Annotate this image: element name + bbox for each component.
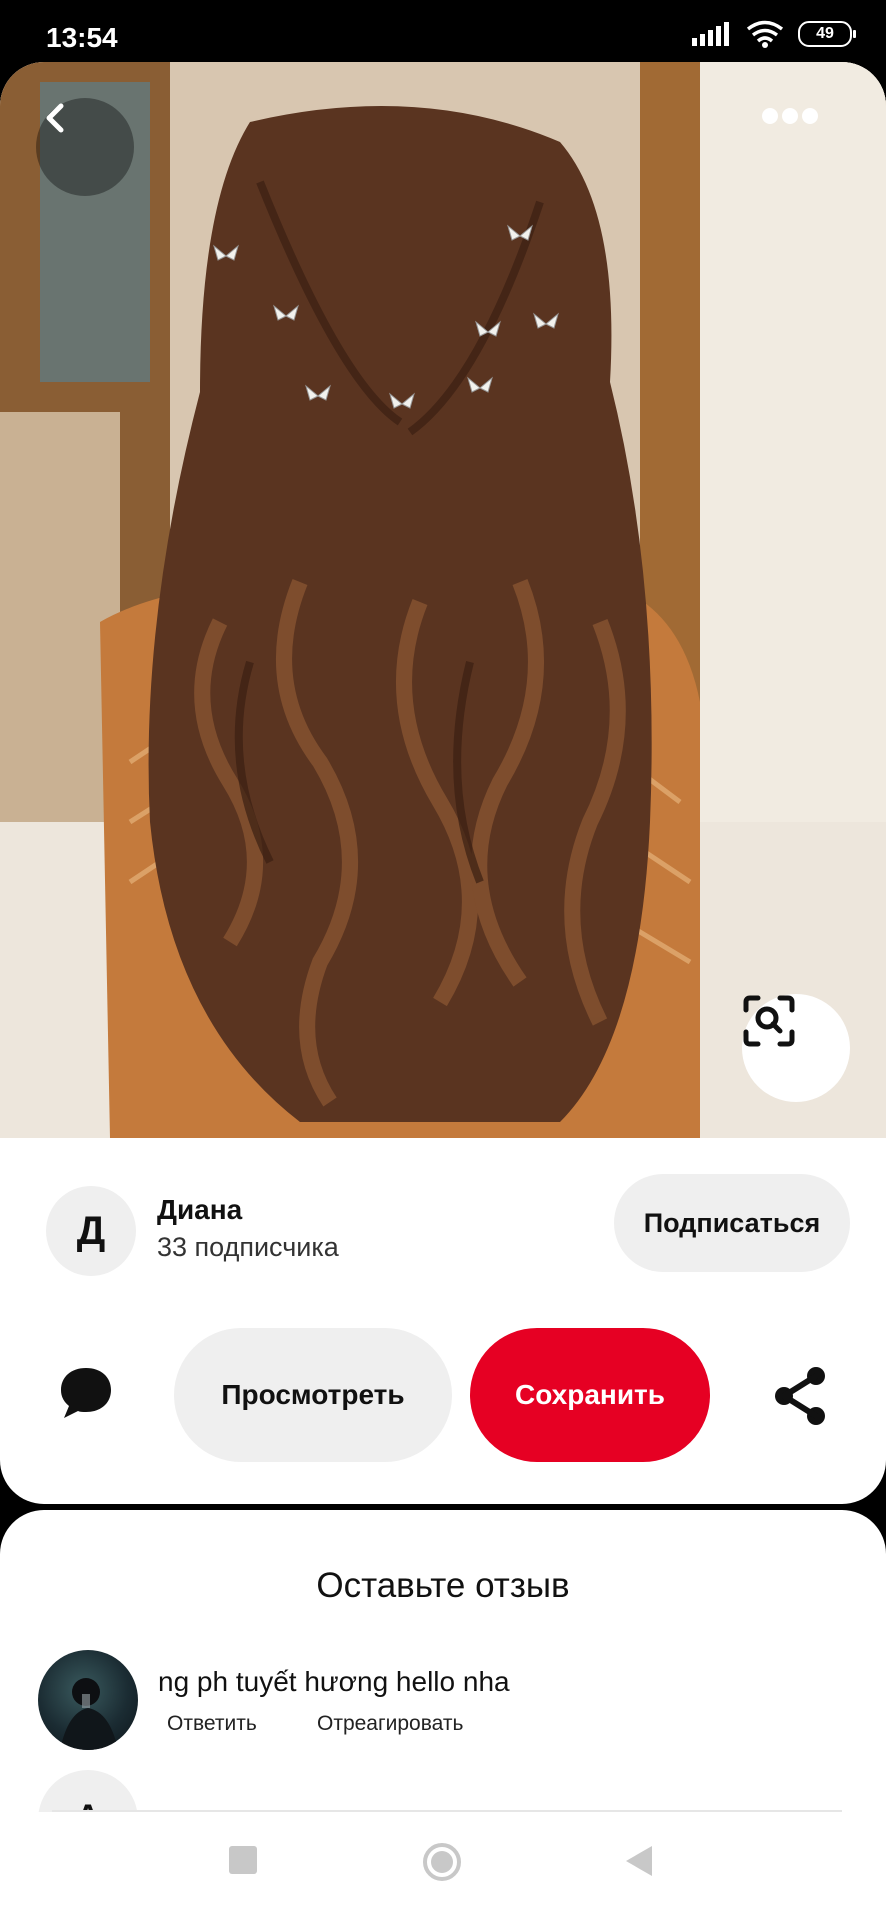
back-button[interactable] bbox=[36, 98, 134, 196]
creator-row: Д Диана 33 подписчика Подписаться bbox=[0, 1174, 886, 1284]
hair-photo-illustration bbox=[0, 62, 886, 1138]
creator-followers: 33 подписчика bbox=[157, 1232, 339, 1262]
status-icons: 49 bbox=[692, 20, 856, 48]
creator-name[interactable]: Диана bbox=[157, 1194, 242, 1226]
back-triangle-icon[interactable] bbox=[624, 1844, 654, 1878]
wifi-icon bbox=[746, 20, 784, 48]
comments-title: Оставьте отзыв bbox=[316, 1566, 570, 1605]
share-button[interactable] bbox=[772, 1366, 834, 1428]
action-row: Просмотреть Сохранить bbox=[0, 1328, 886, 1464]
view-button[interactable]: Просмотреть bbox=[174, 1328, 452, 1462]
signal-icon bbox=[692, 22, 729, 46]
battery-level: 49 bbox=[816, 25, 834, 42]
commenter-avatar[interactable] bbox=[38, 1650, 138, 1750]
pin-image[interactable] bbox=[0, 62, 886, 1138]
pin-card: Д Диана 33 подписчика Подписаться Просмо… bbox=[0, 62, 886, 1504]
react-button[interactable]: Отреагировать bbox=[317, 1712, 463, 1736]
more-options-button[interactable] bbox=[760, 106, 850, 166]
comment-item: ng ph tuyết hương hello nha Ответить Отр… bbox=[0, 1650, 886, 1760]
visual-search-icon bbox=[743, 995, 795, 1047]
share-icon bbox=[775, 1367, 825, 1425]
recents-square-icon[interactable] bbox=[229, 1846, 257, 1874]
reply-button[interactable]: Ответить bbox=[167, 1712, 257, 1736]
chevron-left-icon bbox=[46, 103, 64, 133]
battery-indicator: 49 bbox=[798, 21, 856, 47]
visual-search-button[interactable] bbox=[742, 994, 850, 1102]
comment-text: ng ph tuyết hương hello nha bbox=[158, 1666, 510, 1697]
comments-sheet: Оставьте отзыв ng ph tuyết hương hello n… bbox=[0, 1510, 886, 1920]
chat-bubble-icon bbox=[61, 1368, 111, 1418]
home-circle-icon[interactable] bbox=[422, 1842, 462, 1882]
creator-avatar[interactable]: Д bbox=[46, 1186, 136, 1276]
save-button[interactable]: Сохранить bbox=[470, 1328, 710, 1462]
more-horizontal-icon bbox=[762, 108, 818, 124]
subscribe-button[interactable]: Подписаться bbox=[614, 1174, 850, 1272]
status-time: 13:54 bbox=[46, 22, 118, 53]
comment-button[interactable] bbox=[58, 1364, 124, 1430]
status-bar: 13:54 49 bbox=[0, 0, 886, 62]
commenter-photo bbox=[60, 1678, 118, 1750]
system-nav-bar bbox=[0, 1812, 886, 1920]
